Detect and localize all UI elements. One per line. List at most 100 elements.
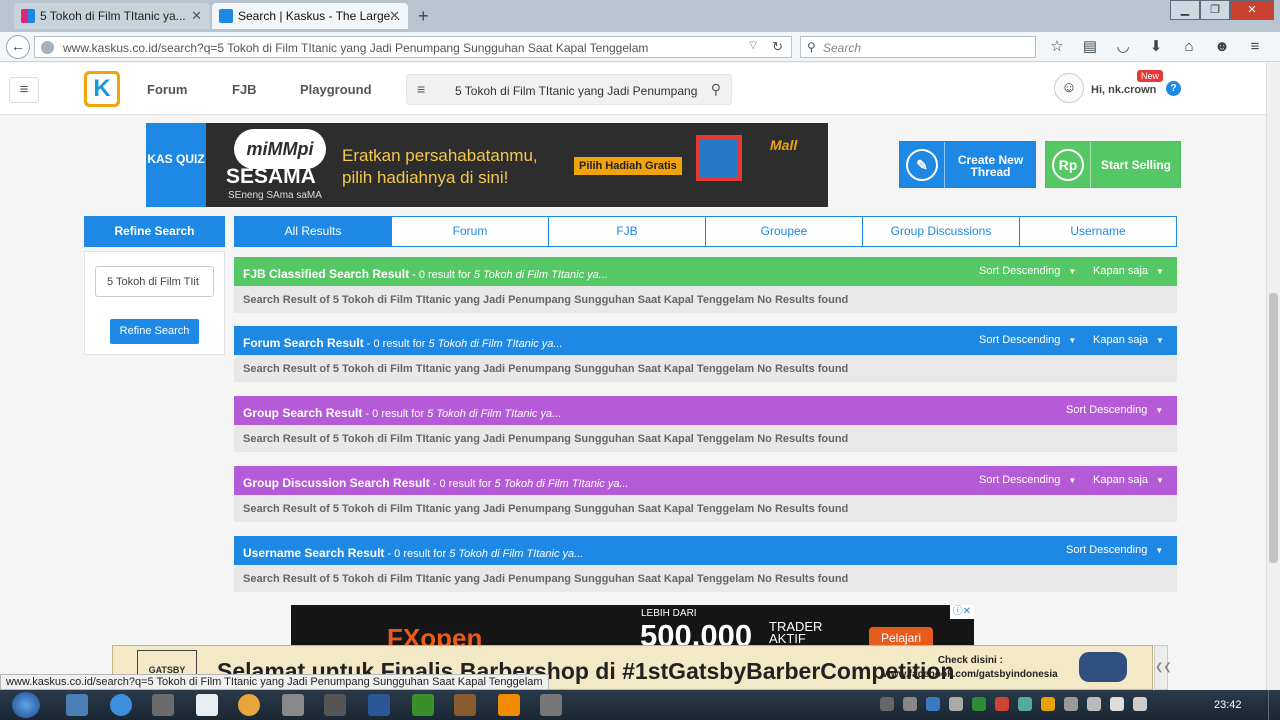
ad-close-icon[interactable]: ⓘ✕	[950, 605, 974, 619]
app-icon[interactable]	[412, 694, 434, 716]
download-icon[interactable]: ⬇	[1145, 38, 1167, 56]
start-selling-button[interactable]: Rp Start Selling	[1045, 141, 1181, 188]
vlc-icon[interactable]	[498, 694, 520, 716]
refine-search-button[interactable]: Refine Search	[110, 319, 199, 344]
firefox-icon[interactable]	[238, 694, 260, 716]
app-icon[interactable]	[540, 694, 562, 716]
pocket-icon[interactable]: ◡	[1112, 38, 1134, 56]
tab-fjb[interactable]: FJB	[548, 217, 705, 246]
minimize-icon[interactable]: ▁	[1170, 0, 1200, 20]
app-icon[interactable]	[152, 694, 174, 716]
close-tab-icon[interactable]: ✕	[389, 8, 400, 24]
group-result-header: Group Search Result - 0 result for 5 Tok…	[234, 396, 1177, 425]
banner-message-line1: Eratkan persahabatanmu,	[342, 146, 538, 165]
browser-tab-2[interactable]: Search | Kaskus - The Large... ✕	[212, 3, 408, 29]
maximize-icon[interactable]: ❐	[1200, 0, 1230, 20]
ie-icon[interactable]	[110, 694, 132, 716]
tab-forum[interactable]: Forum	[391, 217, 548, 246]
word-icon[interactable]	[368, 694, 390, 716]
sort-label: Sort Descending	[979, 265, 1061, 277]
menu-icon[interactable]: ≡	[1244, 38, 1266, 56]
search-category-icon[interactable]: ≡	[417, 81, 425, 97]
sort-dropdown[interactable]: Sort Descending ▼	[979, 474, 1076, 486]
user-greeting[interactable]: Hi, nk.crown	[1091, 84, 1156, 96]
fjb-result-body: Search Result of 5 Tokoh di Film TItanic…	[234, 286, 1177, 313]
app-icon[interactable]	[454, 694, 476, 716]
result-query: 5 Tokoh di Film TItanic ya...	[473, 269, 608, 281]
network-icon[interactable]	[1133, 697, 1147, 711]
check-line2: www.facebook.com/gatsbyindonesia	[883, 669, 1058, 680]
result-meta: - 0 result for	[384, 548, 450, 560]
hamburger-menu-icon[interactable]: ≡	[9, 77, 39, 103]
tray-icon[interactable]	[1018, 697, 1032, 711]
tray-icon[interactable]	[880, 697, 894, 711]
tab-groupee[interactable]: Groupee	[705, 217, 862, 246]
nav-forum[interactable]: Forum	[147, 82, 187, 97]
clock[interactable]: 23:42	[1214, 699, 1242, 711]
home-icon[interactable]: ⌂	[1178, 38, 1200, 56]
bookmark-star-icon[interactable]: ☆	[1046, 38, 1068, 56]
time-dropdown[interactable]: Kapan saja ▼	[1093, 474, 1164, 486]
new-tab-icon[interactable]: +	[418, 6, 429, 27]
active-window-icon[interactable]	[196, 694, 218, 716]
refine-search-input[interactable]: 5 Tokoh di Film TIit	[95, 266, 214, 297]
help-icon[interactable]: ?	[1166, 81, 1181, 96]
kaskus-logo[interactable]: K	[84, 71, 120, 107]
app-icon[interactable]	[324, 694, 346, 716]
close-window-icon[interactable]: ✕	[1230, 0, 1274, 20]
browser-tab-1[interactable]: 5 Tokoh di Film TItanic ya... ✕	[14, 3, 210, 29]
tray-icon[interactable]	[1087, 697, 1101, 711]
mimmpi-logo: miMMpi	[234, 129, 326, 169]
time-dropdown[interactable]: Kapan saja ▼	[1093, 265, 1164, 277]
tray-icon[interactable]	[1064, 697, 1078, 711]
ad-collapse-icon[interactable]: ❮❮	[1154, 645, 1172, 690]
avatar[interactable]: ☺	[1054, 73, 1084, 103]
username-result-body: Search Result of 5 Tokoh di Film TItanic…	[234, 565, 1177, 592]
tray-icon[interactable]	[903, 697, 917, 711]
sort-dropdown[interactable]: Sort Descending ▼	[1066, 404, 1163, 416]
result-title: Group Discussion Search Result	[243, 476, 430, 490]
tab-title: Search | Kaskus - The Large...	[238, 9, 401, 23]
volume-icon[interactable]	[1110, 697, 1124, 711]
reload-icon[interactable]: ↻	[772, 39, 783, 55]
fxopen-ad[interactable]: FXopen LEBIH DARI 500.000 TRADER AKTIF Pe…	[291, 605, 974, 650]
close-tab-icon[interactable]: ✕	[191, 8, 202, 24]
tray-icon[interactable]	[1041, 697, 1055, 711]
time-dropdown[interactable]: Kapan saja ▼	[1093, 334, 1164, 346]
create-thread-button[interactable]: ✎ Create New Thread	[899, 141, 1036, 188]
media-player-icon[interactable]	[66, 694, 88, 716]
app-icon[interactable]	[282, 694, 304, 716]
chevron-down-icon: ▼	[1155, 406, 1164, 415]
show-desktop-button[interactable]	[1268, 690, 1280, 720]
address-bar[interactable]: www.kaskus.co.id/search?q=5 Tokoh di Fil…	[34, 36, 792, 58]
tab-all-results[interactable]: All Results	[235, 217, 391, 246]
sort-dropdown[interactable]: Sort Descending ▼	[979, 265, 1076, 277]
tray-icon[interactable]	[972, 697, 986, 711]
tab-username[interactable]: Username	[1019, 217, 1176, 246]
site-search-input[interactable]: ≡ 5 Tokoh di Film TItanic yang Jadi Penu…	[406, 74, 732, 105]
pilih-hadiah-button[interactable]: Pilih Hadiah Gratis	[574, 157, 682, 175]
chat-icon[interactable]: ☻	[1211, 38, 1233, 56]
nav-playground[interactable]: Playground	[300, 82, 372, 97]
search-icon[interactable]: ⚲	[711, 81, 721, 98]
reading-list-icon[interactable]: ▤	[1079, 38, 1101, 56]
tab-group-discussions[interactable]: Group Discussions	[862, 217, 1019, 246]
back-arrow-icon[interactable]: ←	[6, 35, 30, 59]
page-scrollbar[interactable]	[1266, 63, 1280, 690]
tray-icon[interactable]	[926, 697, 940, 711]
history-dropdown-icon[interactable]: ▽	[749, 40, 757, 51]
result-meta: - 0 result for	[409, 269, 474, 281]
tray-icon[interactable]	[995, 697, 1009, 711]
scrollbar-thumb[interactable]	[1269, 293, 1278, 563]
sort-dropdown[interactable]: Sort Descending ▼	[1066, 544, 1163, 556]
result-meta: - 0 result for	[363, 338, 429, 350]
sort-dropdown[interactable]: Sort Descending ▼	[979, 334, 1076, 346]
promo-banner[interactable]: KAS QUIZ miMMpi SESAMA SEneng SAma saMA …	[146, 123, 828, 207]
browser-tabstrip: 5 Tokoh di Film TItanic ya... ✕ Search |…	[0, 0, 1280, 32]
tray-icon[interactable]	[949, 697, 963, 711]
start-button-icon[interactable]	[12, 692, 40, 718]
pencil-icon: ✎	[906, 149, 938, 181]
group-result-body: Search Result of 5 Tokoh di Film TItanic…	[234, 425, 1177, 452]
nav-fjb[interactable]: FJB	[232, 82, 257, 97]
browser-search-input[interactable]: ⚲ Search	[800, 36, 1036, 58]
